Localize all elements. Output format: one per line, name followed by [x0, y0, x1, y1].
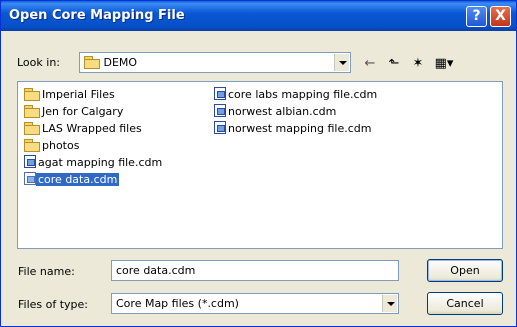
file-type-dropdown[interactable]: Core Map files (*.cdm) — [111, 293, 399, 314]
chevron-down-icon[interactable] — [334, 54, 349, 71]
open-file-dialog: Open Core Mapping File ? X Look in: DEMO… — [0, 0, 517, 327]
cancel-button[interactable]: Cancel — [427, 292, 503, 315]
folder-icon — [24, 139, 40, 152]
file-icon — [214, 104, 226, 117]
folder-icon — [24, 105, 40, 118]
close-button[interactable]: X — [490, 6, 511, 27]
list-item-selected[interactable]: core data.cdm — [24, 172, 120, 188]
arrow-left-icon[interactable]: ← — [359, 55, 381, 73]
list-item[interactable]: Jen for Calgary — [24, 104, 125, 120]
look-in-value: DEMO — [103, 56, 138, 69]
file-icon — [24, 155, 36, 168]
dialog-title: Open Core Mapping File — [9, 8, 185, 23]
title-bar[interactable]: Open Core Mapping File ? X — [1, 1, 516, 31]
list-item[interactable]: Imperial Files — [24, 87, 117, 103]
list-item[interactable]: norwest albian.cdm — [214, 104, 338, 120]
view-menu-icon[interactable]: ▦▾ — [433, 55, 455, 73]
list-item[interactable]: LAS Wrapped files — [24, 121, 144, 137]
folder-icon — [24, 122, 40, 135]
file-name-value: core data.cdm — [116, 264, 196, 277]
chevron-down-icon[interactable] — [382, 295, 397, 312]
folder-icon — [84, 56, 100, 69]
open-button[interactable]: Open — [427, 259, 503, 282]
folder-icon — [24, 88, 40, 101]
file-list[interactable]: Imperial Files Jen for Calgary LAS Wrapp… — [17, 81, 503, 249]
help-button[interactable]: ? — [466, 6, 487, 27]
file-icon — [214, 87, 226, 100]
file-icon — [214, 121, 226, 134]
file-type-value: Core Map files (*.cdm) — [116, 297, 239, 310]
look-in-dropdown[interactable]: DEMO — [79, 52, 351, 73]
file-name-label: File name: — [18, 265, 75, 278]
files-of-type-label: Files of type: — [18, 298, 89, 311]
file-name-input[interactable]: core data.cdm — [111, 260, 399, 281]
up-folder-icon[interactable]: ⬑ — [383, 55, 405, 73]
list-item[interactable]: norwest mapping file.cdm — [214, 121, 373, 137]
file-icon — [24, 172, 36, 185]
list-item[interactable]: core labs mapping file.cdm — [214, 87, 379, 103]
list-item[interactable]: photos — [24, 138, 81, 154]
list-item[interactable]: agat mapping file.cdm — [24, 155, 164, 171]
look-in-label: Look in: — [17, 56, 60, 69]
new-folder-icon[interactable]: ✶ — [407, 55, 429, 73]
